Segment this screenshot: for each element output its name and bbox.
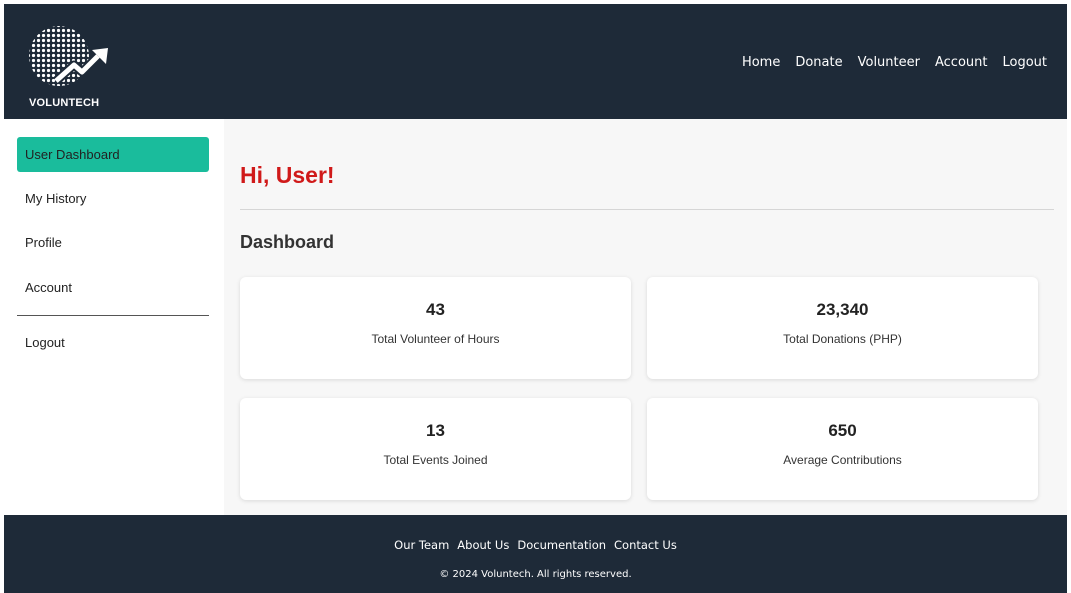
footer-contact-us-link[interactable]: Contact Us (614, 538, 677, 552)
footer-links: Our Team About Us Documentation Contact … (4, 538, 1067, 552)
copyright-text: © 2024 Voluntech. All rights reserved. (439, 569, 632, 580)
sidebar: User Dashboard My History Profile Accoun… (4, 119, 224, 515)
dashboard-title: Dashboard (240, 232, 335, 252)
footer: Our Team About Us Documentation Contact … (4, 515, 1067, 593)
top-navbar: VOLUNTECH Home Donate Volunteer Account … (4, 4, 1067, 119)
stat-card-average-contributions: 650 Average Contributions (647, 398, 1038, 500)
globe-arrow-icon (29, 26, 108, 86)
stat-card-total-donations: 23,340 Total Donations (PHP) (647, 277, 1038, 379)
main-content: Hi, User! Dashboard 43 Total Volunteer o… (224, 119, 1067, 515)
main-nav: Home Donate Volunteer Account Logout (742, 55, 1047, 70)
stat-label: Total Events Joined (383, 453, 488, 467)
stat-label: Average Contributions (783, 453, 902, 467)
content-divider (240, 209, 1054, 210)
stat-label: Total Volunteer of Hours (371, 332, 500, 346)
stat-label: Total Donations (PHP) (783, 332, 902, 346)
footer-about-us-link[interactable]: About Us (457, 538, 509, 552)
stat-card-events-joined: 13 Total Events Joined (240, 398, 631, 500)
nav-volunteer-link[interactable]: Volunteer (858, 55, 920, 70)
sidebar-item-user-dashboard[interactable]: User Dashboard (17, 137, 209, 172)
nav-home-link[interactable]: Home (742, 55, 780, 70)
logo[interactable]: VOLUNTECH (26, 23, 126, 109)
greeting-heading: Hi, User! (240, 162, 335, 188)
footer-documentation-link[interactable]: Documentation (517, 538, 606, 552)
stat-value: 23,340 (816, 300, 869, 319)
nav-donate-link[interactable]: Donate (795, 55, 842, 70)
stat-value: 13 (426, 421, 445, 440)
footer-our-team-link[interactable]: Our Team (394, 538, 449, 552)
sidebar-item-logout[interactable]: Logout (17, 325, 209, 360)
stat-card-volunteer-hours: 43 Total Volunteer of Hours (240, 277, 631, 379)
sidebar-item-account[interactable]: Account (17, 270, 209, 305)
app-frame: VOLUNTECH Home Donate Volunteer Account … (4, 4, 1067, 593)
sidebar-item-my-history[interactable]: My History (17, 181, 209, 216)
stat-value: 43 (426, 300, 445, 319)
sidebar-item-profile[interactable]: Profile (17, 225, 209, 260)
logo-text: VOLUNTECH (29, 97, 100, 109)
nav-logout-link[interactable]: Logout (1002, 55, 1047, 70)
sidebar-divider (17, 315, 209, 316)
nav-account-link[interactable]: Account (935, 55, 988, 70)
stat-value: 650 (828, 421, 857, 440)
